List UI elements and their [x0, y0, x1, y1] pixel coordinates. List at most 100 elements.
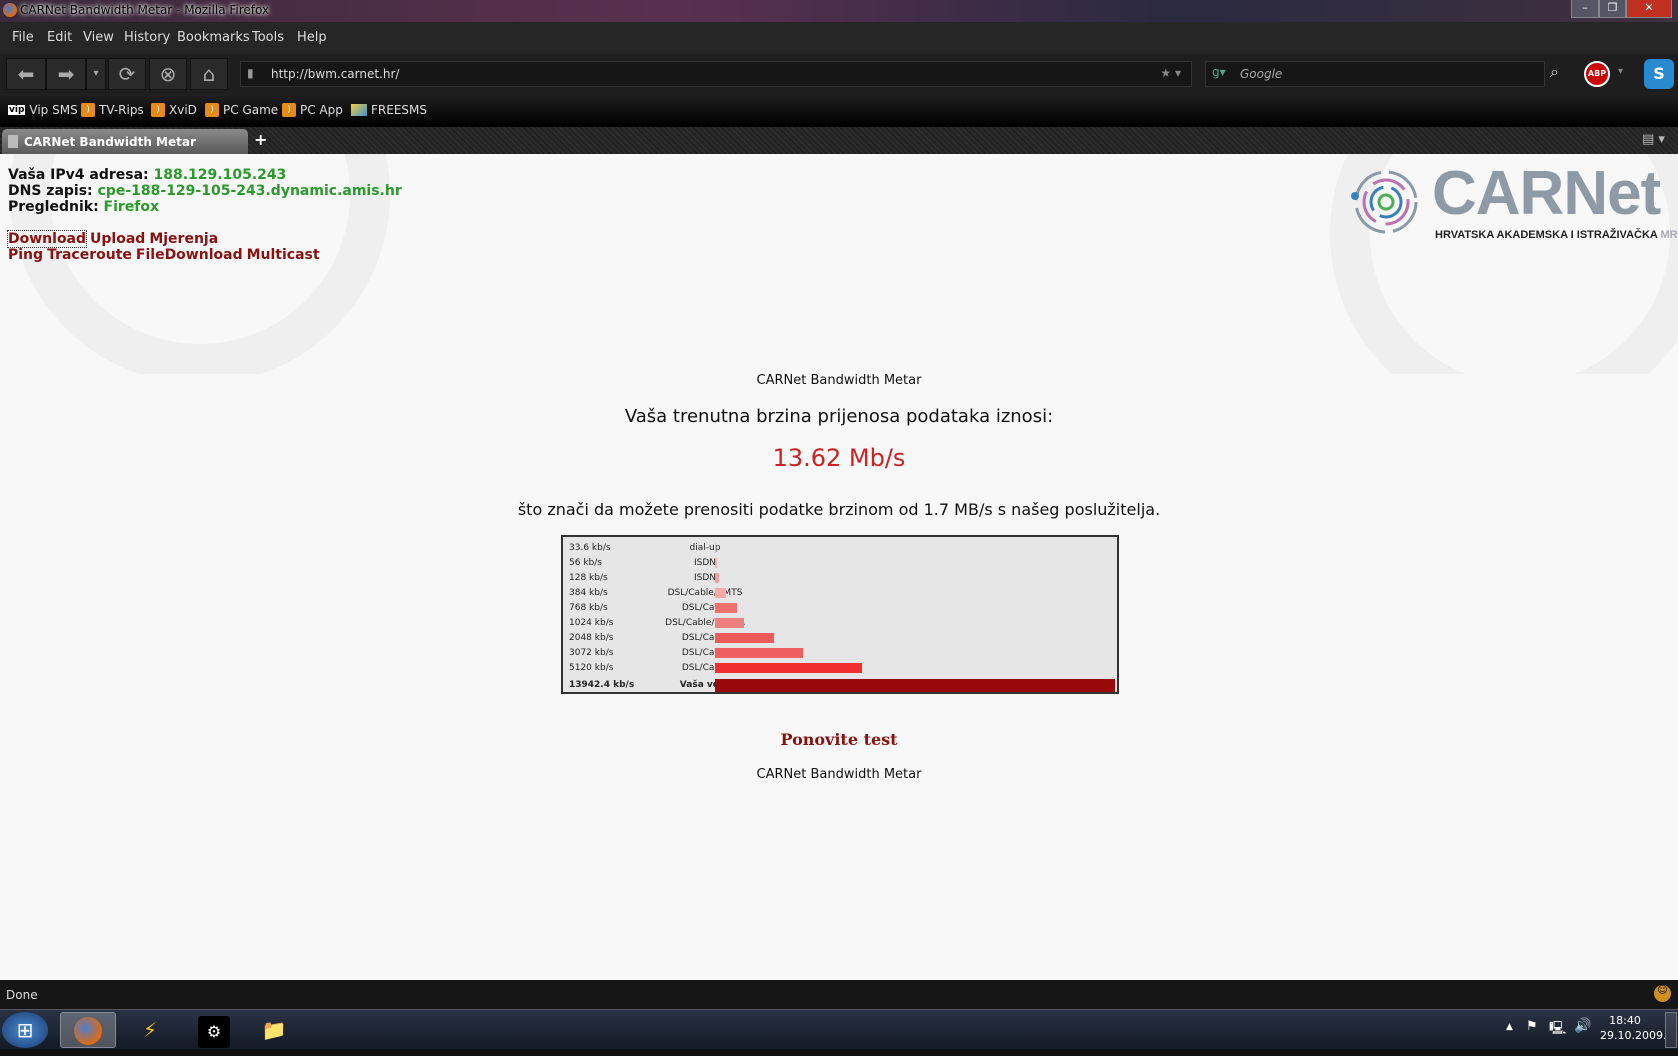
- forward-button[interactable]: ➡: [46, 58, 86, 90]
- carnet-logo[interactable]: CARNet HRVATSKA AKADEMSKA I ISTRAŽIVAČKA…: [1350, 159, 1678, 246]
- chart-row: 33.6 kb/s dial-up: [567, 541, 1117, 555]
- bookmark-label: Vip SMS: [29, 103, 78, 117]
- start-button[interactable]: ⊞: [2, 1012, 48, 1048]
- menu-view[interactable]: View: [83, 30, 114, 45]
- retest-button[interactable]: Ponovite test: [780, 730, 897, 749]
- new-tab-button[interactable]: +: [254, 130, 267, 149]
- history-dropdown[interactable]: ▾: [86, 58, 106, 90]
- link-traceroute[interactable]: Traceroute: [47, 247, 132, 263]
- chart-value-label: 33.6 kb/s: [569, 543, 611, 553]
- reload-button[interactable]: ⟳: [108, 58, 146, 90]
- link-multicast[interactable]: Multicast: [247, 247, 320, 263]
- firefox-icon: [3, 3, 17, 17]
- skype-icon[interactable]: S: [1644, 59, 1674, 89]
- menu-help[interactable]: Help: [297, 30, 327, 45]
- bookmark-pc-game[interactable]: ) PC Game: [205, 103, 278, 117]
- link-ping[interactable]: Ping: [8, 247, 43, 263]
- chart-value-label: 13942.4 kb/s: [569, 680, 635, 690]
- chart-row: 3072 kb/s DSL/Cable: [567, 646, 1117, 660]
- link-download[interactable]: Download: [6, 230, 88, 248]
- chart-category-label: DSL/Cable/UMTS: [667, 588, 743, 598]
- speed-value: 13.62 Mb/s: [772, 444, 906, 472]
- chart-bar: [715, 588, 727, 598]
- steam-icon: ⚙: [198, 1016, 230, 1048]
- dns-line: DNS zapis: cpe-188-129-105-243.dynamic.a…: [8, 183, 402, 199]
- chart-bar: [715, 573, 719, 583]
- minimize-button[interactable]: –: [1571, 0, 1599, 18]
- taskbar-steam[interactable]: ⚙: [186, 1012, 242, 1048]
- logo-text: CARNet: [1432, 159, 1661, 228]
- chart-row: 1024 kb/s DSL/Cable/HSDPA: [567, 616, 1117, 630]
- bookmark-label: TV-Rips: [99, 103, 144, 117]
- menu-history[interactable]: History: [124, 30, 170, 45]
- chart-value-label: 3072 kb/s: [569, 648, 614, 658]
- clock[interactable]: 18:40 29.10.2009.: [1600, 1013, 1666, 1043]
- network-icon[interactable]: 🖳: [1549, 1019, 1566, 1041]
- url-bar[interactable]: ▮ http://bwm.carnet.hr/ ★ ▾: [240, 61, 1192, 87]
- tab-bar: CARNet Bandwidth Metar + ▤ ▾: [0, 127, 1678, 154]
- chart-category-label: DSL/Cable: [681, 603, 729, 613]
- bookmark-freesms[interactable]: FREESMS: [351, 103, 427, 117]
- tab-carnet[interactable]: CARNet Bandwidth Metar: [2, 129, 248, 154]
- clock-time: 18:40: [1609, 1014, 1641, 1027]
- browser-line: Preglednik: Firefox: [8, 199, 160, 215]
- app-title: CARNet Bandwidth Metar: [756, 373, 922, 388]
- dns-record: cpe-188-129-105-243.dynamic.amis.hr: [97, 183, 402, 199]
- taskbar-explorer[interactable]: 📁: [246, 1012, 302, 1048]
- rss-icon: ): [282, 103, 296, 117]
- taskbar-winamp[interactable]: ⚡: [122, 1012, 178, 1048]
- stop-button[interactable]: ⊗: [149, 58, 187, 90]
- browser-name: Firefox: [103, 199, 160, 215]
- link-mjerenja[interactable]: Mjerenja: [149, 231, 218, 247]
- nav-links-row2: Ping Traceroute FileDownload Multicast: [8, 247, 324, 263]
- close-button[interactable]: ✕: [1626, 0, 1672, 18]
- menu-file[interactable]: File: [12, 30, 34, 45]
- tab-list-button[interactable]: ▤ ▾: [1642, 132, 1665, 147]
- firefox-icon: [74, 1017, 102, 1045]
- link-filedownload[interactable]: FileDownload: [136, 247, 243, 263]
- bookmark-star-icon[interactable]: ★ ▾: [1160, 66, 1181, 80]
- link-upload[interactable]: Upload: [90, 231, 145, 247]
- taskbar: ⊞ ⚡ ⚙ 📁 ▲ ⚑ 🖳 🔊 18:40 29.10.2009.: [0, 1009, 1678, 1049]
- chart-bar: [715, 679, 1115, 692]
- menu-bookmarks[interactable]: Bookmarks: [177, 30, 250, 45]
- search-icon[interactable]: ⌕: [1550, 62, 1559, 82]
- menu-tools[interactable]: Tools: [252, 30, 284, 45]
- bookmark-pc-app[interactable]: ) PC App: [282, 103, 343, 117]
- chart-value-label: 384 kb/s: [569, 588, 608, 598]
- bookmark-xvid[interactable]: ) XviD: [151, 103, 197, 117]
- search-input[interactable]: g▾ Google: [1205, 61, 1545, 87]
- greasemonkey-icon[interactable]: ☺: [1654, 985, 1671, 1002]
- google-icon[interactable]: g▾: [1212, 65, 1226, 79]
- logo-subtitle: HRVATSKA AKADEMSKA I ISTRAŽIVAČKA MREŽA: [1435, 229, 1678, 241]
- chart-bar: [715, 633, 774, 643]
- maximize-button[interactable]: ❐: [1599, 0, 1626, 18]
- title-bar: CARNet Bandwidth Metar - Mozilla Firefox…: [0, 0, 1678, 22]
- chart-category-label: dial-up: [689, 543, 721, 553]
- retest-link: Ponovite test: [0, 730, 1678, 749]
- menu-bar: File Edit View History Bookmarks Tools H…: [0, 22, 1678, 54]
- bookmark-tv-rips[interactable]: ) TV-Rips: [81, 103, 144, 117]
- back-button[interactable]: ⬅: [6, 58, 46, 90]
- bookmark-label: XviD: [169, 103, 197, 117]
- show-desktop-button[interactable]: [1665, 1012, 1677, 1048]
- adblock-icon[interactable]: ABP: [1584, 61, 1610, 87]
- chart-row: 5120 kb/s DSL/Cable: [567, 661, 1117, 675]
- bookmark-vip-sms[interactable]: vip Vip SMS: [8, 103, 78, 117]
- action-center-flag-icon[interactable]: ⚑: [1526, 1019, 1538, 1034]
- bookmarks-toolbar: vip Vip SMS ) TV-Rips ) XviD ) PC Game ) PC A…: [0, 94, 1678, 127]
- chart-row: 56 kb/s ISDN: [567, 556, 1117, 570]
- rss-icon: ): [81, 103, 95, 117]
- menu-edit[interactable]: Edit: [47, 30, 72, 45]
- speed-heading: Vaša trenutna brzina prijenosa podataka …: [624, 406, 1054, 427]
- carnet-swirl-icon: [1351, 170, 1418, 234]
- adblock-dropdown[interactable]: ▾: [1618, 66, 1623, 77]
- page-content: Vaša IPv4 adresa: 188.129.105.243 DNS za…: [0, 154, 1678, 980]
- taskbar-firefox[interactable]: [60, 1012, 116, 1048]
- bookmark-label: PC App: [300, 103, 343, 117]
- chart-value-label: 2048 kb/s: [569, 633, 614, 643]
- chart-value-label: 56 kb/s: [569, 558, 602, 568]
- volume-icon[interactable]: 🔊: [1574, 1018, 1591, 1034]
- home-button[interactable]: ⌂: [190, 58, 228, 90]
- show-hidden-icons[interactable]: ▲: [1506, 1022, 1513, 1032]
